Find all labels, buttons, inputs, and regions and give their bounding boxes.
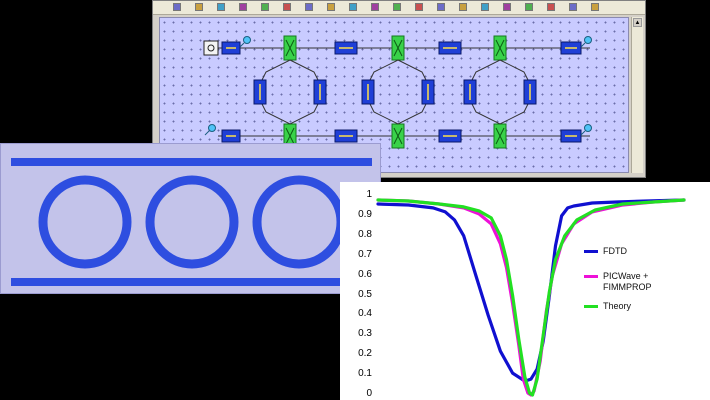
tool-icon[interactable]	[481, 3, 489, 11]
source-icon[interactable]	[203, 40, 219, 56]
tool-icon[interactable]	[569, 3, 577, 11]
tool-icon[interactable]	[547, 3, 555, 11]
tool-icon[interactable]	[217, 3, 225, 11]
vertical-scrollbar[interactable]: ▲	[631, 17, 643, 173]
waveguide-component[interactable]	[253, 79, 267, 105]
bus-waveguide-bottom	[11, 278, 372, 286]
tool-icon[interactable]	[173, 3, 181, 11]
bus-waveguide-top	[11, 158, 372, 166]
tool-icon[interactable]	[415, 3, 423, 11]
tool-icon[interactable]	[459, 3, 467, 11]
ring-resonator	[145, 175, 239, 269]
tool-icon[interactable]	[437, 3, 445, 11]
port-icon[interactable]	[580, 124, 592, 136]
waveguide-component[interactable]	[421, 79, 435, 105]
ring-resonator	[38, 175, 132, 269]
legend-swatch-theory	[584, 305, 598, 308]
tool-icon[interactable]	[195, 3, 203, 11]
legend: FDTD PICWave + FIMMPROP Theory	[584, 246, 682, 322]
waveguide-component[interactable]	[313, 79, 327, 105]
transmission-plot: 1 0.9 0.8 0.7 0.6 0.5 0.4 0.3 0.2 0.1 0 FDTD PICWa…	[340, 182, 710, 400]
legend-item-fdtd: FDTD	[584, 246, 627, 257]
ring-wire	[367, 59, 429, 125]
waveguide-component[interactable]	[361, 79, 375, 105]
coupler-component[interactable]	[493, 123, 507, 149]
ring-layout-panel	[0, 143, 381, 294]
legend-swatch-fdtd	[584, 250, 598, 253]
waveguide-component[interactable]	[560, 129, 582, 143]
waveguide-component[interactable]	[221, 129, 241, 143]
waveguide-component[interactable]	[221, 41, 241, 55]
port-icon[interactable]	[204, 124, 216, 136]
tool-icon[interactable]	[371, 3, 379, 11]
waveguide-component[interactable]	[334, 41, 358, 55]
coupler-component[interactable]	[493, 35, 507, 61]
scroll-up-arrow-icon[interactable]: ▲	[633, 18, 642, 27]
port-icon[interactable]	[580, 36, 592, 48]
tool-icon[interactable]	[503, 3, 511, 11]
tool-icon[interactable]	[525, 3, 533, 11]
port-icon[interactable]	[239, 36, 251, 48]
coupler-component[interactable]	[391, 123, 405, 149]
toolbar	[153, 1, 645, 15]
waveguide-component[interactable]	[334, 129, 358, 143]
legend-label: PICWave + FIMMPROP	[603, 271, 652, 292]
ring-wire	[259, 59, 321, 125]
coupler-component[interactable]	[391, 35, 405, 61]
tool-icon[interactable]	[327, 3, 335, 11]
legend-label: Theory	[603, 301, 632, 311]
legend-item-picwave: PICWave + FIMMPROP	[584, 271, 652, 293]
tool-icon[interactable]	[591, 3, 599, 11]
legend-item-theory: Theory	[584, 301, 631, 312]
ring-resonator-layout	[11, 158, 372, 286]
waveguide-component[interactable]	[438, 41, 462, 55]
tool-icon[interactable]	[283, 3, 291, 11]
tool-icon[interactable]	[393, 3, 401, 11]
coupler-component[interactable]	[283, 35, 297, 61]
waveguide-component[interactable]	[438, 129, 462, 143]
waveguide-component[interactable]	[523, 79, 537, 105]
ring-wire	[469, 59, 531, 125]
tool-icon[interactable]	[305, 3, 313, 11]
tool-icon[interactable]	[349, 3, 357, 11]
legend-label: FDTD	[603, 246, 627, 256]
waveguide-component[interactable]	[560, 41, 582, 55]
legend-swatch-picwave	[584, 275, 598, 278]
ring-resonator	[252, 175, 346, 269]
tool-icon[interactable]	[261, 3, 269, 11]
waveguide-component[interactable]	[463, 79, 477, 105]
tool-icon[interactable]	[239, 3, 247, 11]
